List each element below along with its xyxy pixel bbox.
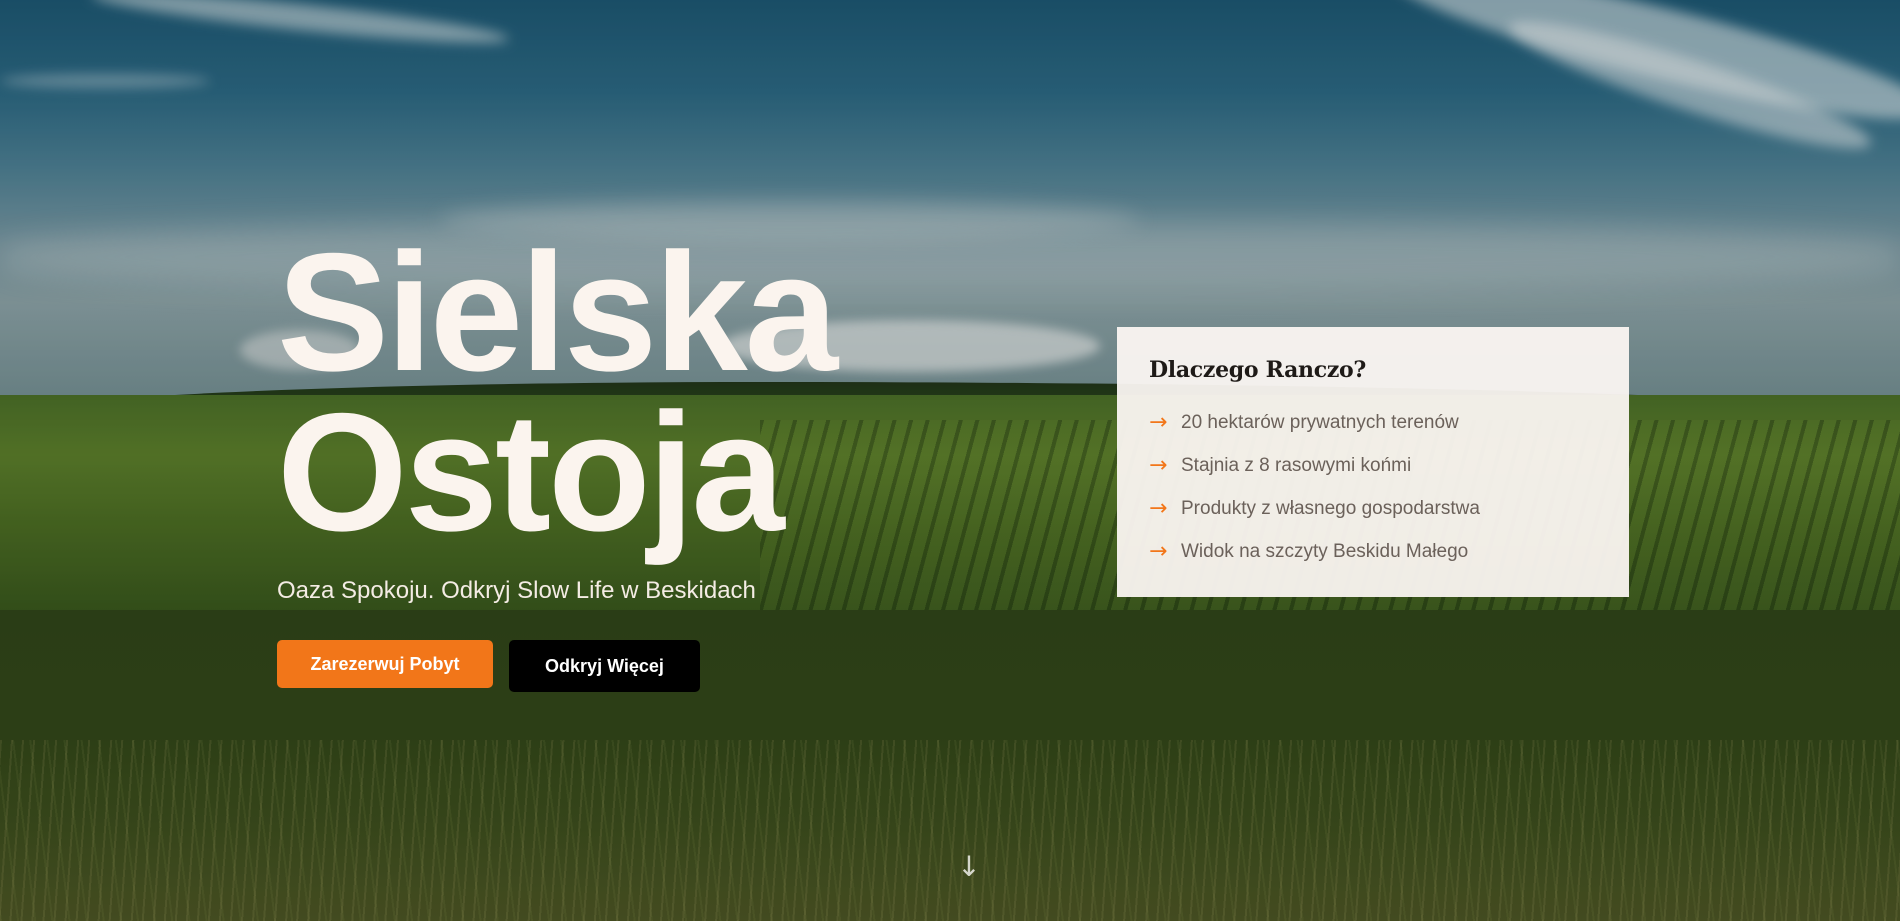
discover-more-button[interactable]: Odkryj Więcej [509, 640, 700, 692]
arrow-down-icon[interactable]: ↓ [957, 852, 981, 882]
feature-text: 20 hektarów prywatnych terenów [1181, 411, 1459, 433]
hero-title-line-1: Sielska [277, 218, 838, 406]
feature-text: Stajnia z 8 rasowymi końmi [1181, 454, 1412, 476]
book-stay-button[interactable]: Zarezerwuj Pobyt [277, 640, 493, 688]
arrow-right-icon: → [1149, 410, 1168, 435]
list-item: → Widok na szczyty Beskidu Małego [1149, 530, 1597, 573]
arrow-right-icon: → [1149, 539, 1168, 564]
list-item: → 20 hektarów prywatnych terenów [1149, 401, 1597, 444]
arrow-right-icon: → [1149, 496, 1168, 521]
hero-section: Sielska Ostoja Oaza Spokoju. Odkryj Slow… [0, 0, 1900, 921]
hero-subtitle: Oaza Spokoju. Odkryj Slow Life w Beskida… [277, 577, 756, 604]
why-ranch-card: Dlaczego Ranczo? → 20 hektarów prywatnyc… [1117, 327, 1629, 597]
arrow-right-icon: → [1149, 453, 1168, 478]
hero-title-line-2: Ostoja [277, 378, 785, 566]
list-item: → Stajnia z 8 rasowymi końmi [1149, 444, 1597, 487]
feature-list: → 20 hektarów prywatnych terenów → Stajn… [1149, 401, 1597, 573]
feature-text: Produkty z własnego gospodarstwa [1181, 497, 1480, 519]
feature-text: Widok na szczyty Beskidu Małego [1181, 540, 1469, 562]
hero-title: Sielska Ostoja [277, 218, 838, 566]
info-card-title: Dlaczego Ranczo? [1149, 357, 1366, 383]
list-item: → Produkty z własnego gospodarstwa [1149, 487, 1597, 530]
